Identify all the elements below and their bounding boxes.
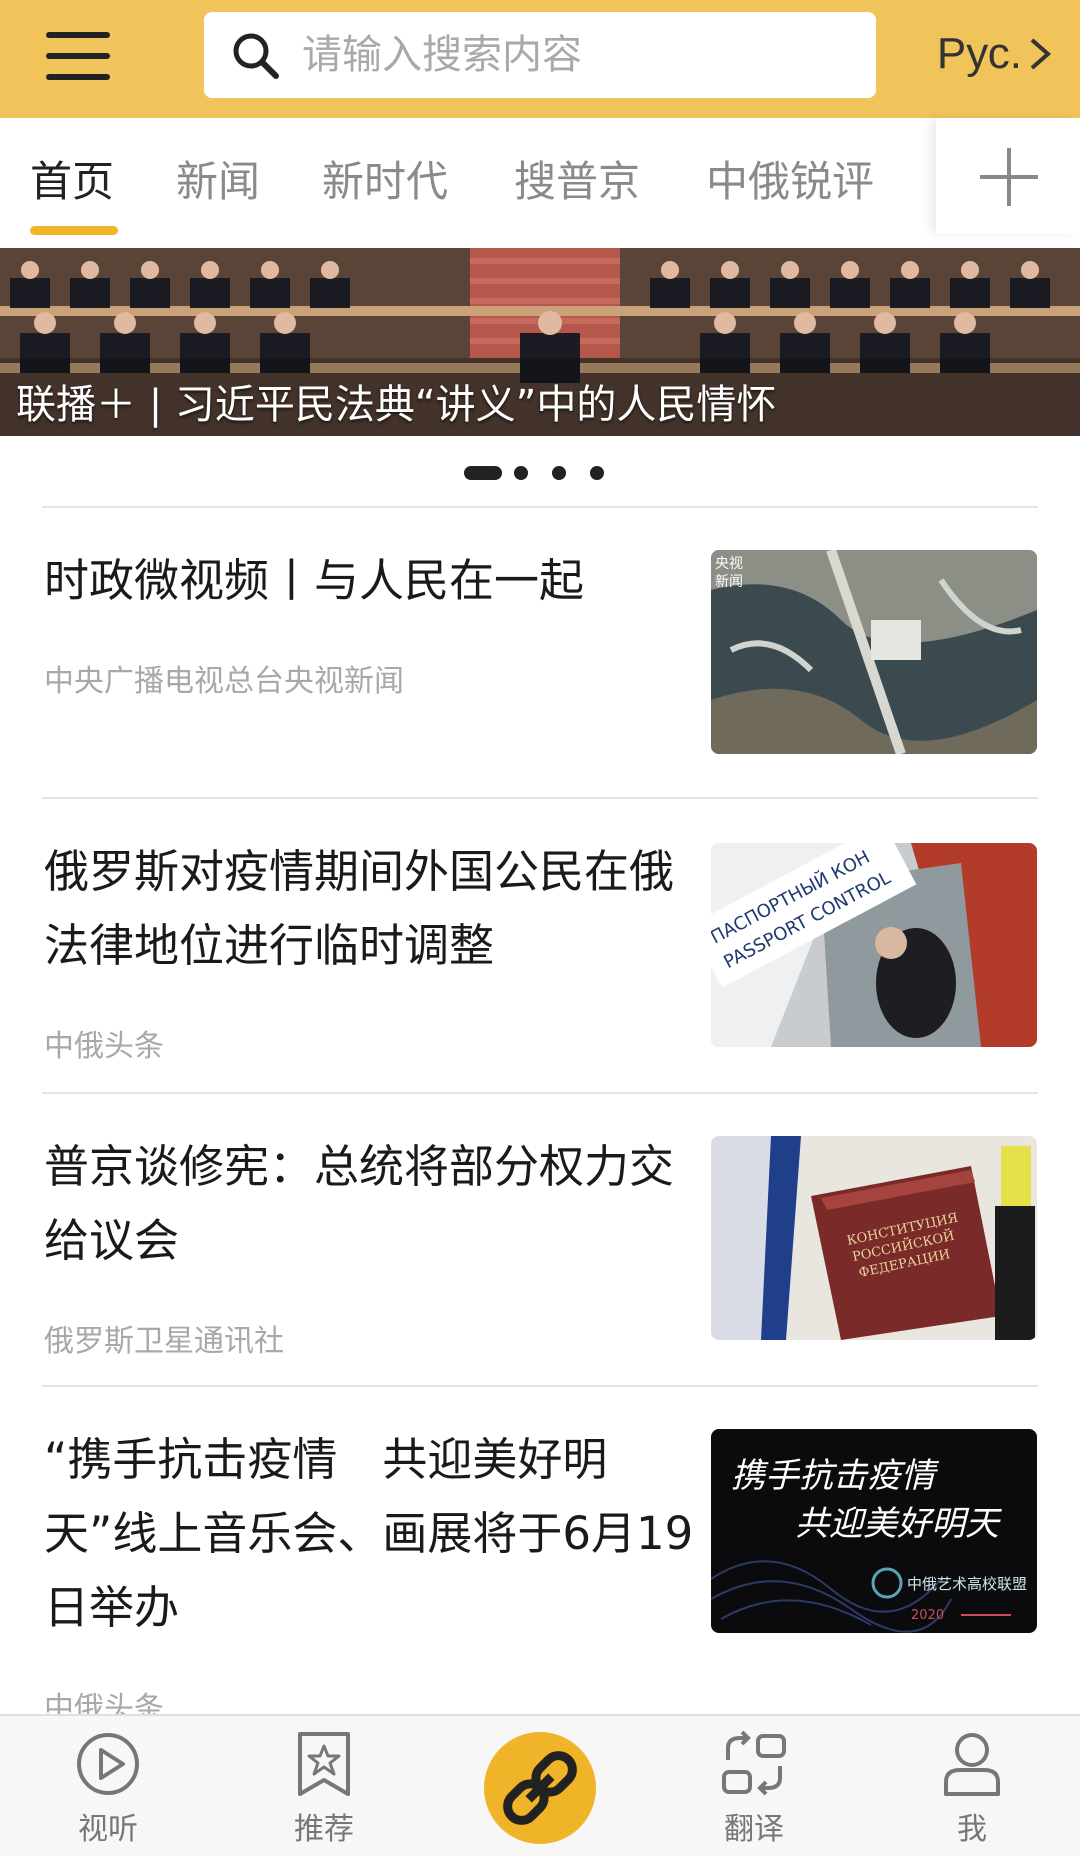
nav-label: 我: [957, 1812, 987, 1847]
thumb-text: 2020: [911, 1608, 944, 1623]
news-item[interactable]: 普京谈修宪：总统将部分权力交给议会 俄罗斯卫星通讯社 КОНСТИТУЦИЯ Р…: [0, 1094, 1080, 1384]
channel-tabs: 首页 新闻 新时代 搜普京 中俄锐评: [0, 118, 1080, 238]
news-thumbnail: 携手抗击疫情 共迎美好明天 中俄艺术高校联盟 2020: [711, 1429, 1037, 1633]
app-header: Рус.: [0, 0, 1080, 118]
news-title: “携手抗击疫情 共迎美好明天”线上音乐会、画展将于6月19日举办: [44, 1433, 694, 1634]
user-icon: [944, 1733, 1000, 1796]
menu-icon: [46, 32, 110, 38]
chevron-right-icon: [1030, 38, 1052, 70]
tab-new-era[interactable]: 新时代: [322, 148, 448, 209]
banner-caption: 联播＋ | 习近平民法典“讲义”中的人民情怀: [16, 382, 777, 428]
thumb-badge: 央视: [715, 556, 743, 572]
hero-banner[interactable]: 联播＋ | 习近平民法典“讲义”中的人民情怀: [0, 248, 1080, 436]
nav-watch-listen[interactable]: 视听: [38, 1730, 178, 1848]
news-source: 中央广播电视总台央视新闻: [44, 664, 404, 699]
add-channel-button[interactable]: [936, 118, 1080, 234]
carousel-dot[interactable]: [464, 466, 502, 480]
nav-link-button[interactable]: [484, 1732, 596, 1844]
news-title: 普京谈修宪：总统将部分权力交给议会: [44, 1140, 675, 1267]
language-label: Рус.: [936, 29, 1022, 78]
menu-button[interactable]: [46, 30, 112, 84]
news-title: 时政微视频丨与人民在一起: [44, 554, 585, 607]
news-thumbnail: КОНСТИТУЦИЯ РОССИЙСКОЙ ФЕДЕРАЦИИ: [711, 1136, 1037, 1340]
nav-recommend[interactable]: 推荐: [254, 1730, 394, 1848]
nav-label: 翻译: [724, 1812, 784, 1847]
search-input[interactable]: [300, 31, 864, 79]
news-source: 中俄头条: [44, 1029, 164, 1064]
news-title: 俄罗斯对疫情期间外国公民在俄法律地位进行临时调整: [44, 845, 675, 972]
nav-translate[interactable]: 翻译: [684, 1730, 824, 1848]
news-source: 俄罗斯卫星通讯社: [44, 1324, 284, 1359]
news-item[interactable]: “携手抗击疫情 共迎美好明天”线上音乐会、画展将于6月19日举办 中俄头条 携手…: [0, 1387, 1080, 1726]
carousel-dot[interactable]: [590, 466, 604, 480]
bookmark-star-icon: [298, 1732, 350, 1796]
thumb-text: 携手抗击疫情: [731, 1456, 940, 1496]
thumb-text: 中俄艺术高校联盟: [907, 1575, 1027, 1593]
tab-home[interactable]: 首页: [30, 148, 114, 209]
nav-label: 视听: [78, 1812, 138, 1847]
thumb-badge: 新闻: [715, 574, 743, 590]
active-tab-indicator: [30, 226, 118, 235]
search-icon: [233, 33, 279, 79]
link-icon: [503, 1751, 577, 1825]
carousel-dot[interactable]: [552, 466, 566, 480]
thumb-text: 共迎美好明天: [795, 1504, 1002, 1544]
search-bar[interactable]: [204, 12, 876, 98]
nav-label: 推荐: [294, 1812, 354, 1847]
news-item[interactable]: 时政微视频丨与人民在一起 中央广播电视总台央视新闻 央视 新闻: [0, 508, 1080, 796]
bottom-navigation: 视听 推荐 翻译 我: [0, 1714, 1080, 1856]
news-item[interactable]: 俄罗斯对疫情期间外国公民在俄法律地位进行临时调整 中俄头条 ПАСПОРТНЫЙ…: [0, 799, 1080, 1091]
play-icon: [77, 1733, 139, 1795]
tab-sino-russian-commentary[interactable]: 中俄锐评: [706, 148, 874, 209]
tab-search-putin[interactable]: 搜普京: [514, 148, 640, 209]
nav-me[interactable]: 我: [902, 1730, 1042, 1848]
scan-translate-icon: [722, 1730, 786, 1796]
news-thumbnail: 央视 新闻: [711, 550, 1037, 754]
carousel-dot[interactable]: [514, 466, 528, 480]
news-thumbnail: ПАСПОРТНЫЙ КОН PASSPORT CONTROL: [711, 843, 1037, 1047]
tab-news[interactable]: 新闻: [176, 148, 260, 209]
language-switch-button[interactable]: Рус.: [937, 22, 1052, 86]
